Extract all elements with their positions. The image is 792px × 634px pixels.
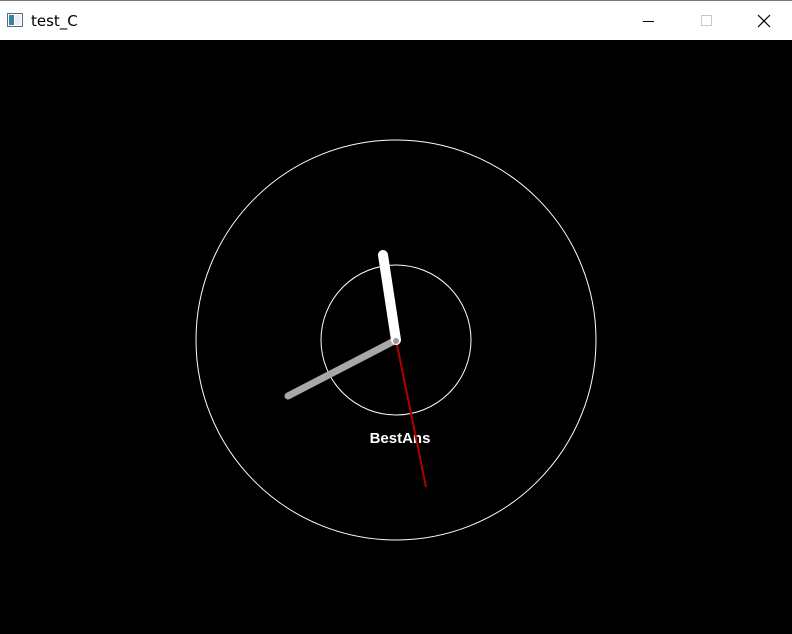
- app-icon: [7, 13, 23, 27]
- minimize-icon: [643, 21, 654, 22]
- close-button[interactable]: [736, 1, 792, 41]
- close-icon: [757, 14, 771, 28]
- minimize-button[interactable]: [620, 1, 678, 41]
- clock-canvas: BestAns: [0, 40, 792, 634]
- maximize-icon: [701, 15, 712, 26]
- maximize-button[interactable]: [678, 1, 736, 41]
- clock-drawing: BestAns: [195, 139, 597, 541]
- window-title: test_C: [31, 12, 78, 30]
- app-window: test_C BestAns: [0, 0, 792, 634]
- second-hand: [395, 339, 427, 488]
- clock-label: BestAns: [370, 430, 431, 447]
- minute-hand: [284, 336, 400, 400]
- hour-hand: [378, 250, 401, 345]
- title-bar[interactable]: test_C: [0, 0, 792, 40]
- center-pivot: [393, 338, 399, 344]
